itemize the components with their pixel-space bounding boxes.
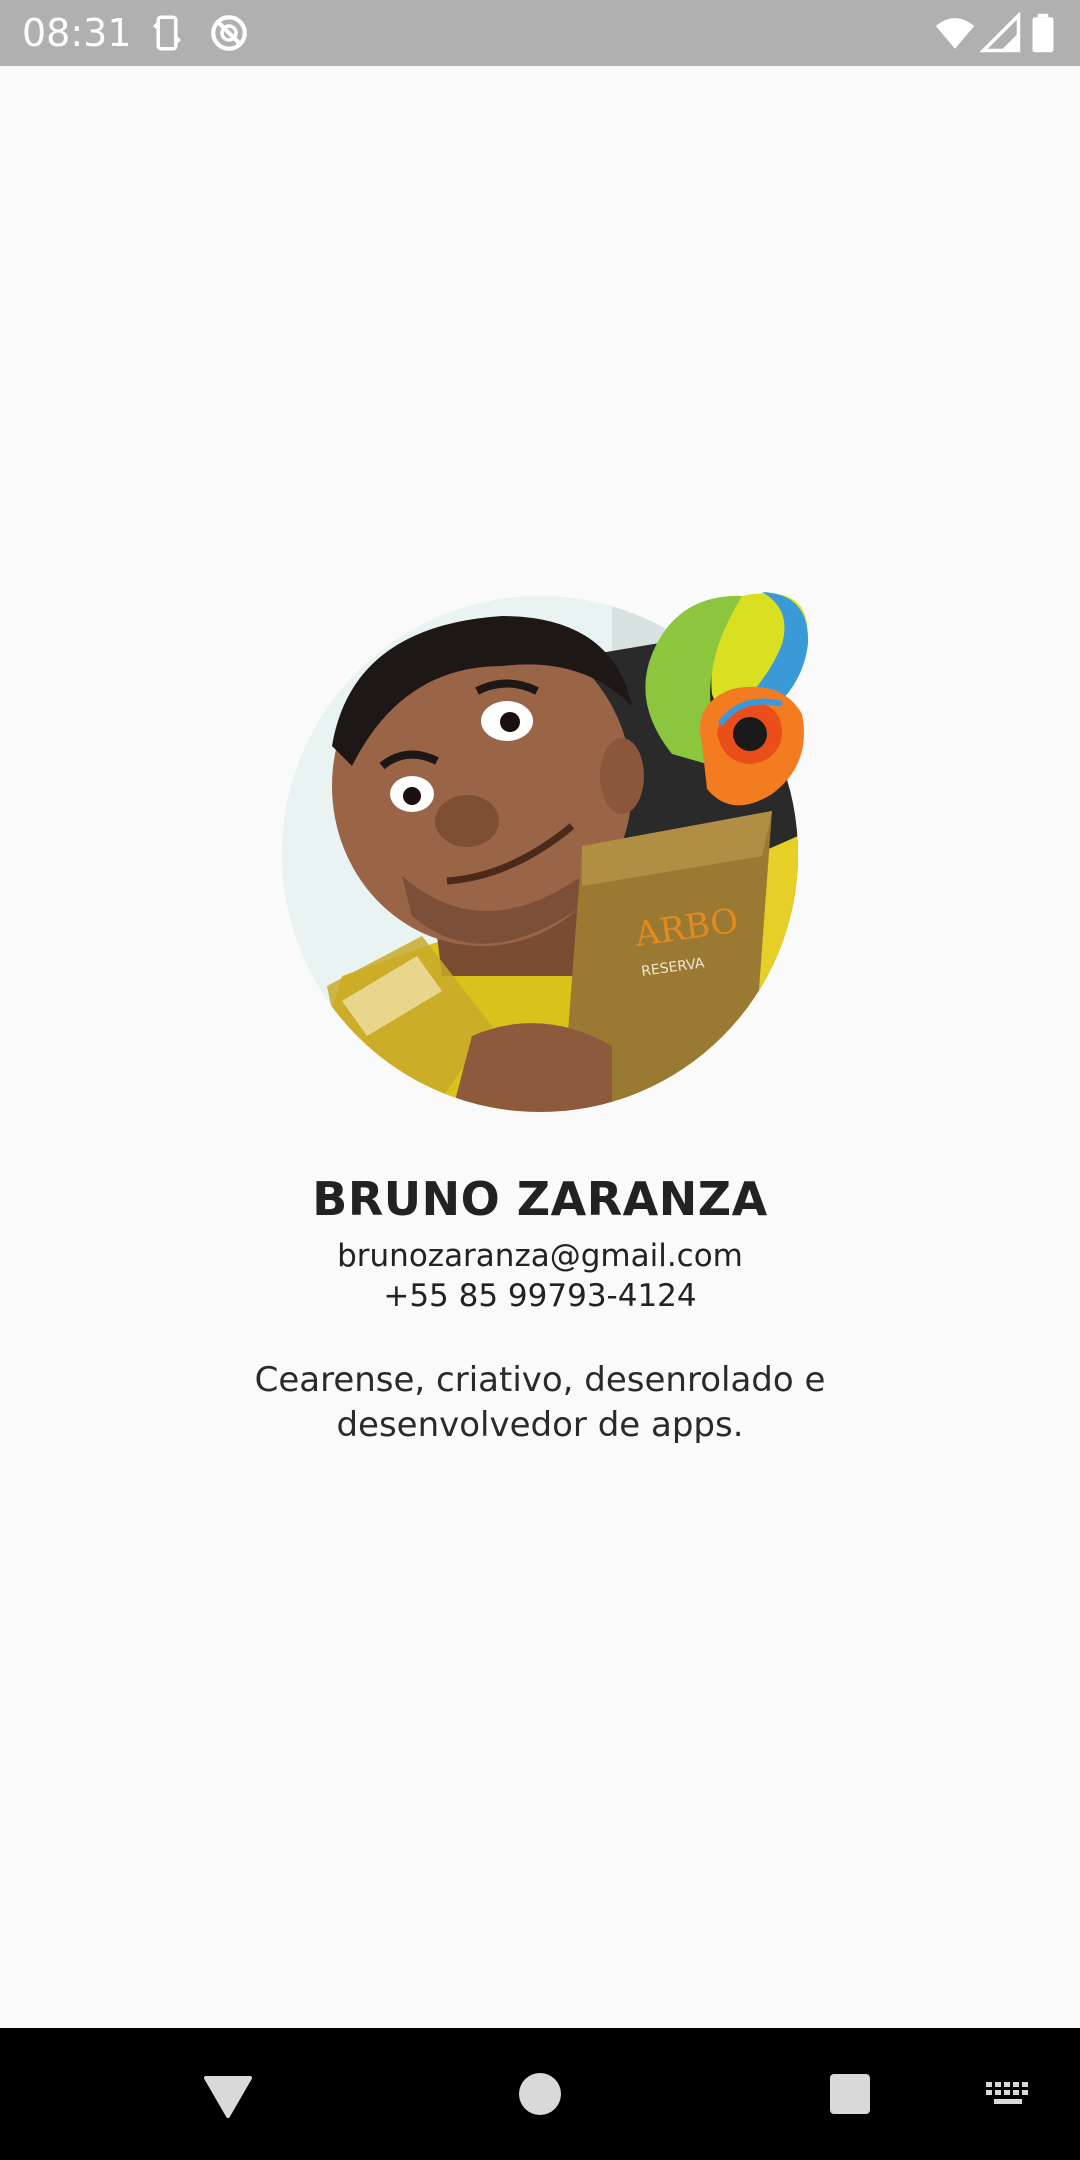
profile-phone[interactable]: +55 85 99793-4124 [0, 1278, 1080, 1314]
profile-screen: 08:31 ARBO RESERVA BRUNO ZARANZA brunoza… [0, 0, 1080, 2160]
navigation-bar [0, 2028, 1080, 2160]
back-icon[interactable] [198, 2064, 258, 2124]
sync-off-icon [208, 12, 250, 54]
recents-icon[interactable] [820, 2064, 880, 2124]
keyboard-icon[interactable] [980, 2064, 1040, 2124]
screen-rotate-icon [146, 12, 188, 54]
profile-bio: Cearense, criativo, desenrolado e desenv… [254, 1360, 826, 1445]
profile-email[interactable]: brunozaranza@gmail.com [0, 1238, 1080, 1274]
battery-icon [1028, 12, 1058, 54]
home-icon[interactable] [510, 2064, 570, 2124]
status-time: 08:31 [22, 11, 132, 55]
signal-icon [980, 12, 1022, 54]
wifi-icon [934, 12, 976, 54]
logo-badge-icon [632, 584, 810, 820]
avatar-container: ARBO RESERVA [282, 592, 809, 1112]
profile-name: BRUNO ZARANZA [312, 1172, 768, 1226]
status-bar: 08:31 [0, 0, 1080, 66]
